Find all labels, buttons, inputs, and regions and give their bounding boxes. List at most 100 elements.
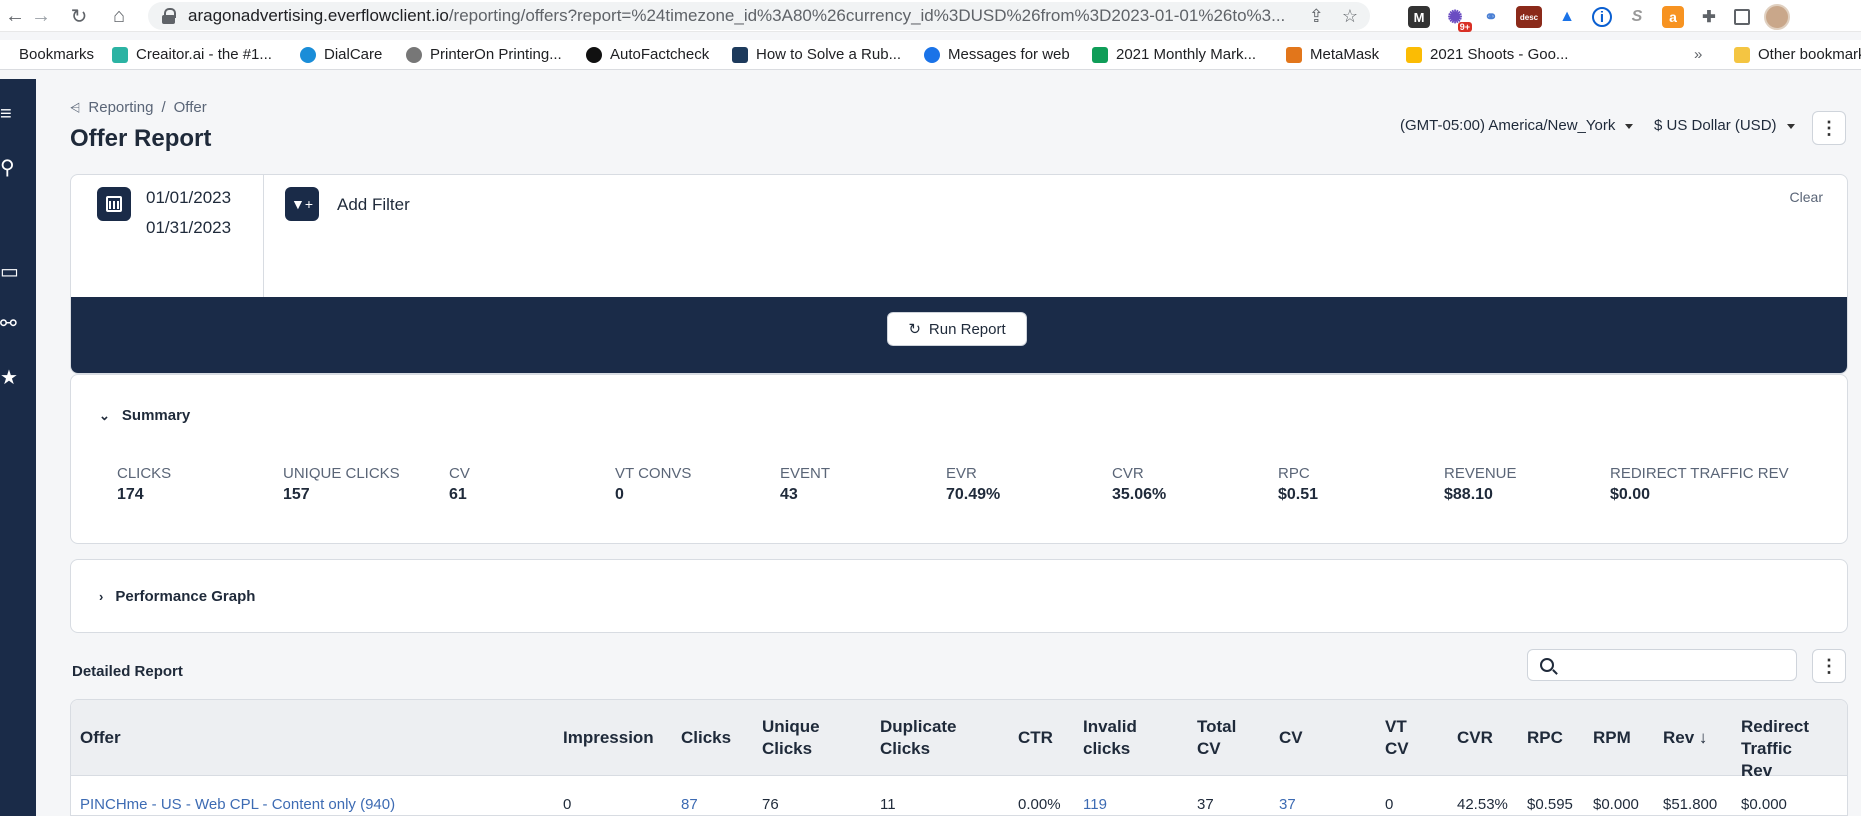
- add-filter-icon[interactable]: ▼+: [285, 187, 319, 221]
- share-icon[interactable]: ⇪: [1309, 6, 1324, 27]
- bookmark-item[interactable]: 2021 Monthly Mark...: [1092, 46, 1256, 63]
- summary-title: Summary: [121, 407, 191, 424]
- clear-button[interactable]: Clear: [1790, 189, 1823, 205]
- column-header-duplicate-clicks[interactable]: Duplicate Clicks: [880, 716, 957, 760]
- currency-select[interactable]: $ US Dollar (USD): [1654, 117, 1795, 134]
- bookmark-item[interactable]: PrinterOn Printing...: [406, 46, 562, 63]
- column-header-total-cv[interactable]: Total CV: [1197, 716, 1236, 760]
- column-header-rpc[interactable]: RPC: [1527, 727, 1563, 749]
- bookmark-item[interactable]: Messages for web: [924, 46, 1070, 63]
- url-host: aragonadvertising.everflowclient.io: [188, 6, 449, 25]
- header-line: Clicks: [880, 739, 931, 758]
- metric-label: CVR: [1112, 465, 1144, 482]
- onepassword-icon[interactable]: i: [1592, 7, 1612, 27]
- bookmark-item[interactable]: 2021 Shoots - Goo...: [1406, 46, 1568, 63]
- summary-panel: ⌄ Summary CLICKS 174 UNIQUE CLICKS 157 CV 6…: [70, 374, 1848, 544]
- more-options-icon[interactable]: ⋮: [1812, 111, 1846, 145]
- search-input[interactable]: [1564, 654, 1784, 676]
- link-add-icon[interactable]: ⚯: [0, 314, 18, 334]
- extensions-puzzle-icon[interactable]: ✚: [1698, 6, 1720, 28]
- search-icon[interactable]: ⚲: [0, 158, 18, 178]
- more-bookmarks-icon[interactable]: »: [1694, 46, 1702, 63]
- column-header-impression[interactable]: Impression: [563, 727, 654, 749]
- breadcrumb-current: Offer: [173, 99, 207, 116]
- breadcrumb: ⩤ Reporting / Offer: [70, 99, 207, 116]
- address-bar[interactable]: aragonadvertising.everflowclient.io /rep…: [148, 2, 1370, 30]
- column-header-offer[interactable]: Offer: [80, 727, 121, 749]
- cell-duplicate-clicks: 11: [880, 796, 896, 813]
- rubiks-icon: [732, 46, 748, 63]
- link-extension-icon[interactable]: ⚭: [1480, 6, 1502, 28]
- metric-label: EVENT: [780, 465, 831, 482]
- report-search[interactable]: [1527, 649, 1797, 681]
- header-line: Unique: [762, 717, 820, 736]
- cell-vt-cv: 0: [1385, 796, 1394, 813]
- notification-extension-icon[interactable]: ✺ 9+: [1444, 6, 1472, 32]
- date-from: 01/01/2023: [146, 188, 232, 207]
- bookmark-item[interactable]: MetaMask: [1286, 46, 1379, 63]
- profile-avatar[interactable]: [1764, 4, 1790, 30]
- filter-panel: 01/01/2023 01/31/2023 ▼+ Add Filter Clea…: [70, 174, 1848, 374]
- bookmark-item[interactable]: DialCare: [300, 46, 382, 63]
- column-header-invalid-clicks[interactable]: Invalid clicks: [1083, 716, 1137, 760]
- performance-graph-toggle[interactable]: › Performance Graph: [99, 588, 255, 605]
- metric-clicks: CLICKS 174: [117, 465, 171, 504]
- add-filter-button[interactable]: Add Filter: [337, 195, 410, 215]
- cell-offer-link[interactable]: PINCHme - US - Web CPL - Content only (9…: [80, 796, 395, 813]
- column-header-unique-clicks[interactable]: Unique Clicks: [762, 716, 820, 760]
- bookmark-item[interactable]: Other bookmarks: [1734, 46, 1861, 63]
- menu-icon[interactable]: ≡: [0, 104, 18, 124]
- refresh-icon: ↻: [908, 321, 921, 338]
- column-header-vt-cv[interactable]: VT CV: [1385, 716, 1409, 760]
- column-header-rev[interactable]: Rev ↓: [1663, 727, 1707, 749]
- column-header-redirect-traffic-rev[interactable]: Redirect Traffic Rev: [1741, 716, 1847, 782]
- cell-cvr: 42.53%: [1457, 796, 1508, 813]
- column-header-rpm[interactable]: RPM: [1593, 727, 1631, 749]
- desc-extension-icon[interactable]: desc: [1516, 6, 1542, 28]
- date-to: 01/31/2023: [146, 218, 232, 237]
- table-header: Offer Impression Clicks Unique Clicks Dup…: [71, 700, 1847, 780]
- forward-icon[interactable]: →: [26, 1, 56, 31]
- column-header-cv[interactable]: CV: [1279, 727, 1303, 749]
- s-extension-icon[interactable]: S: [1626, 6, 1648, 28]
- date-range-picker[interactable]: 01/01/2023 01/31/2023: [71, 175, 264, 297]
- google-drive-icon[interactable]: ▲: [1556, 6, 1578, 28]
- table-options-icon[interactable]: ⋮: [1812, 649, 1846, 683]
- cell-rev: $51.800: [1663, 796, 1718, 813]
- bookmark-label: Other bookmarks: [1758, 46, 1861, 63]
- side-panel-icon[interactable]: [1734, 9, 1750, 25]
- cell-invalid-clicks-link[interactable]: 119: [1083, 796, 1107, 813]
- cell-unique-clicks: 76: [762, 796, 779, 813]
- cell-clicks-link[interactable]: 87: [681, 796, 698, 813]
- column-header-clicks[interactable]: Clicks: [681, 727, 731, 749]
- metric-event: EVENT 43: [780, 465, 830, 504]
- run-report-bar: ↻ Run Report: [71, 297, 1847, 373]
- bookmark-item[interactable]: How to Solve a Rub...: [732, 46, 901, 63]
- breadcrumb-reporting[interactable]: Reporting: [88, 99, 153, 116]
- metric-label: UNIQUE CLICKS: [283, 465, 400, 482]
- reload-icon[interactable]: ↻: [64, 1, 94, 31]
- cell-redirect-traffic-rev: $0.000: [1741, 796, 1787, 813]
- amazon-extension-icon[interactable]: a: [1662, 6, 1684, 28]
- metric-label: CLICKS: [117, 465, 172, 482]
- gmail-m-extension-icon[interactable]: M: [1408, 6, 1430, 28]
- column-header-cvr[interactable]: CVR: [1457, 727, 1493, 749]
- timezone-select[interactable]: (GMT-05:00) America/New_York: [1400, 117, 1634, 134]
- run-report-button[interactable]: ↻ Run Report: [887, 312, 1027, 346]
- bookmark-star-icon[interactable]: ☆: [1342, 6, 1358, 27]
- lock-icon: [162, 8, 176, 24]
- cell-cv-link[interactable]: 37: [1279, 796, 1296, 813]
- cell-total-cv: 37: [1197, 796, 1214, 813]
- summary-toggle[interactable]: ⌄ Summary: [99, 407, 190, 424]
- calendar-icon[interactable]: [97, 187, 131, 221]
- metric-label: CV: [449, 465, 470, 482]
- star-folder-icon[interactable]: ★: [0, 368, 18, 388]
- monitor-icon[interactable]: ▭: [0, 262, 19, 282]
- home-icon[interactable]: ⌂: [104, 1, 134, 31]
- bookmark-item[interactable]: AutoFactcheck: [586, 46, 709, 63]
- folder-icon: [1734, 46, 1750, 63]
- metric-label: EVR: [946, 465, 977, 482]
- bookmark-item[interactable]: Creaitor.ai - the #1...: [112, 46, 272, 63]
- bookmark-item[interactable]: Bookmarks: [0, 46, 94, 63]
- column-header-ctr[interactable]: CTR: [1018, 727, 1053, 749]
